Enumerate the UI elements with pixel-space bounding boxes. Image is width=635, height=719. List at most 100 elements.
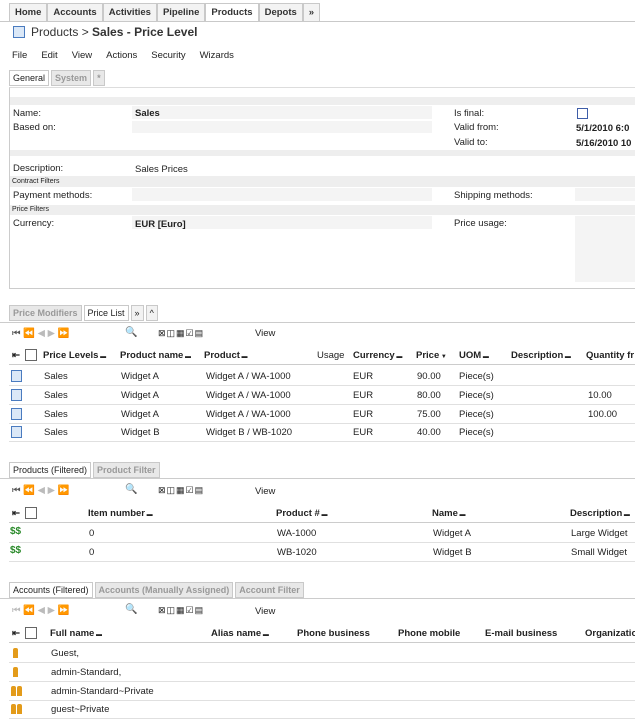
nav-tab-pipeline[interactable]: Pipeline [156,3,206,21]
tab-account-filter[interactable]: Account Filter [235,582,304,598]
col-usage[interactable]: Usage [317,350,344,361]
table-row[interactable]: admin-Standard, [9,663,635,682]
col-item-number[interactable]: Item number ▬ [88,508,153,519]
col-full-name[interactable]: Full name ▬ [50,628,102,639]
grid-tools-icons[interactable]: ⊠◫▦☑▤ [158,605,204,616]
search-icon[interactable]: 🔍 [125,327,137,338]
nav-tab-more[interactable]: » [302,3,321,21]
menu-view[interactable]: View [72,50,92,61]
select-all-checkbox[interactable] [25,627,37,639]
name-field[interactable] [132,106,432,119]
first-page-icon[interactable]: ⏮ [12,328,21,339]
group-icon[interactable] [11,686,16,696]
table-row[interactable]: Sales Widget A Widget A / WA-1000 EUR 90… [9,367,635,386]
col-quantity-from[interactable]: Quantity fr [586,350,634,361]
col-alias-name[interactable]: Alias name ▬ [211,628,269,639]
price-usage-field[interactable] [575,216,635,282]
first-page-icon[interactable]: ⏮ ⏪ ◀ ▶ ⏩ [12,605,69,616]
tab-more[interactable]: » [130,305,144,321]
col-uom[interactable]: UOM ▬ [459,350,489,361]
col-currency[interactable]: Currency ▬ [353,350,402,361]
select-all-checkbox[interactable] [25,507,37,519]
search-icon[interactable]: 🔍 [125,604,137,615]
table-row[interactable]: $$ 0 WA-1000 Widget A Large Widget [9,524,635,543]
sort-indicator-icon[interactable]: ▬ [240,354,248,360]
shipping-methods-field[interactable] [575,188,635,201]
price-item-icon[interactable] [11,389,22,401]
group-icon[interactable] [11,704,16,714]
row-selector-icon[interactable]: ⇤ [12,350,20,361]
table-row[interactable]: Sales Widget B Widget B / WB-1020 EUR 40… [9,423,635,442]
tab-accounts-manually-assigned[interactable]: Accounts (Manually Assigned) [94,582,234,598]
view-button[interactable]: View [255,328,275,339]
sort-indicator-icon[interactable]: ▬ [395,354,402,360]
is-final-checkbox[interactable] [577,108,588,119]
nav-tab-accounts[interactable]: Accounts [47,3,103,21]
tab-system[interactable]: System [51,70,92,86]
menu-actions[interactable]: Actions [106,50,137,61]
based-on-field[interactable] [132,121,432,133]
sort-indicator-icon[interactable]: ▬ [458,512,466,518]
price-item-icon[interactable] [11,408,22,420]
table-row[interactable]: $$ 0 WB-1020 Widget B Small Widget [9,543,635,562]
col-product-number[interactable]: Product # ▬ [276,508,327,519]
col-price[interactable]: Price ▼ [416,350,447,361]
row-selector-icon[interactable]: ⇤ [12,508,20,519]
sort-indicator-icon[interactable]: ▬ [481,354,489,360]
sort-indicator-icon[interactable]: ▬ [563,354,571,360]
tab-price-modifiers[interactable]: Price Modifiers [9,305,82,321]
table-row[interactable]: Guest, [9,644,635,663]
sort-indicator-icon[interactable]: ▬ [94,632,102,638]
select-all-checkbox[interactable] [25,349,37,361]
price-item-icon[interactable] [11,426,22,438]
col-phone-mobile[interactable]: Phone mobile [398,628,460,639]
product-icon[interactable]: $$ [10,526,21,537]
table-row[interactable]: admin-Standard~Private [9,682,635,701]
prev-page-icon[interactable]: ⏪ ◀ ▶ ⏩ [23,485,69,496]
menu-file[interactable]: File [12,50,27,61]
menu-edit[interactable]: Edit [41,50,57,61]
tab-general[interactable]: General [9,70,50,86]
tab-products-filtered[interactable]: Products (Filtered) [9,462,92,478]
sort-indicator-icon[interactable]: ▼ [439,354,447,360]
nav-tab-activities[interactable]: Activities [102,3,157,21]
menu-wizards[interactable]: Wizards [200,50,234,61]
sort-indicator-icon[interactable]: ▬ [98,354,106,360]
view-button[interactable]: View [255,606,275,617]
tab-accounts-filtered[interactable]: Accounts (Filtered) [9,582,93,598]
payment-methods-field[interactable] [132,188,432,201]
col-description[interactable]: Description ▬ [570,508,630,519]
first-page-icon[interactable]: ⏮ [12,485,21,496]
row-selector-icon[interactable]: ⇤ [12,628,20,639]
sort-indicator-icon[interactable]: ▬ [261,632,269,638]
col-email-business[interactable]: E-mail business [485,628,557,639]
menu-security[interactable]: Security [151,50,185,61]
grid-tools-icons[interactable]: ⊠◫▦☑▤ [158,328,204,339]
col-phone-business[interactable]: Phone business [297,628,370,639]
sort-indicator-icon[interactable]: ▬ [320,512,327,518]
col-description[interactable]: Description ▬ [511,350,571,361]
nav-tab-products[interactable]: Products [205,3,259,21]
prev-page-icon[interactable]: ⏪ ◀ ▶ ⏩ [23,328,69,339]
col-name[interactable]: Name ▬ [432,508,466,519]
view-button[interactable]: View [255,486,275,497]
grid-tools-icons[interactable]: ⊠◫▦☑▤ [158,485,204,496]
table-row[interactable]: guest~Private [9,700,635,719]
col-product[interactable]: Product ▬ [204,350,248,361]
tab-collapse[interactable]: ^ [145,305,158,321]
nav-tab-depots[interactable]: Depots [258,3,303,21]
col-price-levels[interactable]: Price Levels ▬ [43,350,106,361]
table-row[interactable]: Sales Widget A Widget A / WA-1000 EUR 80… [9,386,635,405]
tab-more[interactable]: * [93,70,105,86]
search-icon[interactable]: 🔍 [125,484,137,495]
tab-price-list[interactable]: Price List [83,305,129,321]
tab-product-filter[interactable]: Product Filter [93,462,160,478]
nav-tab-home[interactable]: Home [9,3,48,21]
sort-indicator-icon[interactable]: ▬ [145,512,153,518]
product-icon[interactable]: $$ [10,545,21,556]
person-icon[interactable] [13,648,18,658]
person-icon[interactable] [13,667,18,677]
col-organization[interactable]: Organizatio [585,628,635,639]
sort-indicator-icon[interactable]: ▬ [622,512,630,518]
title-breadcrumb[interactable]: Products > [31,25,89,39]
